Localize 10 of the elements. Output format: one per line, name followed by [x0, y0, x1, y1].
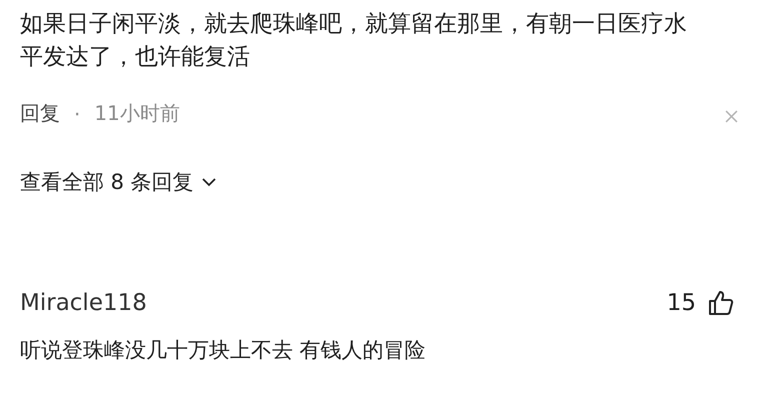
view-replies-link[interactable]: 查看全部 8 条回复	[20, 168, 216, 196]
caret-icon	[202, 178, 216, 186]
reply-link[interactable]: 回复	[20, 100, 60, 127]
comment-text: 听说登珠峰没几十万块上不去 有钱人的冒险	[20, 337, 427, 364]
separator-dot: ·	[74, 102, 80, 126]
comment-text: 如果日子闲平淡，就去爬珠峰吧，就算留在那里，有朝一日医疗水平发达了，也许能复活	[20, 10, 688, 72]
comment-time: 11小时前	[94, 100, 180, 127]
author-name[interactable]: Miracle118	[20, 290, 147, 316]
thumbs-up-icon[interactable]	[708, 290, 734, 316]
like-count: 15	[666, 290, 696, 316]
